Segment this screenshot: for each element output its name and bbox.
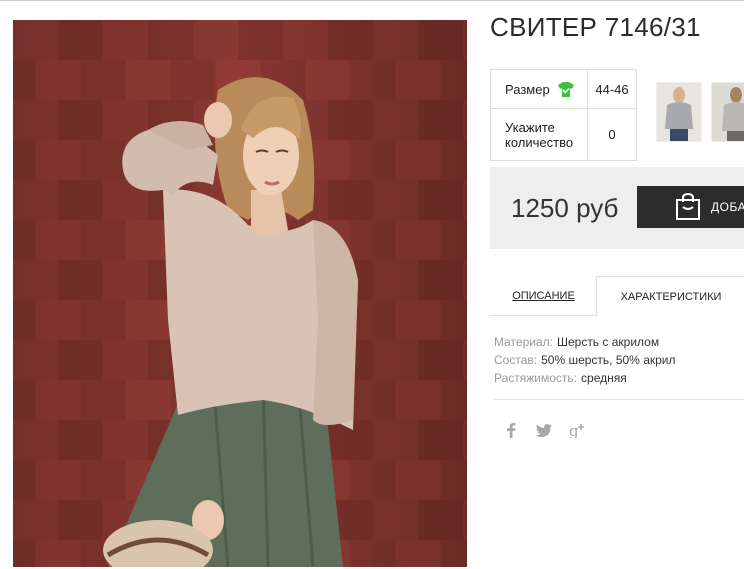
shopping-bag-icon bbox=[675, 192, 701, 221]
tshirt-check-icon[interactable] bbox=[557, 81, 574, 97]
product-main-image[interactable] bbox=[13, 20, 467, 567]
quantity-label-cell: Укажите количество bbox=[490, 108, 588, 161]
spec-row-composition: Состав: 50% шерсть, 50% акрил bbox=[494, 351, 676, 369]
size-label: Размер bbox=[505, 81, 550, 97]
add-to-cart-button[interactable]: ДОБАВ bbox=[637, 186, 744, 228]
svg-text:g: g bbox=[569, 422, 579, 438]
spec-row-stretch: Растяжимость: средняя bbox=[494, 369, 676, 387]
spec-row-material: Материал: Шерсть с акрилом bbox=[494, 333, 676, 351]
price-box: 1250 руб ДОБАВ bbox=[490, 167, 744, 249]
tab-description[interactable]: ОПИСАНИЕ bbox=[490, 276, 597, 316]
product-thumbnail-image bbox=[712, 83, 744, 141]
quantity-label-line1: Укажите bbox=[505, 119, 555, 135]
spec-value: 50% шерсть, 50% акрил bbox=[541, 353, 676, 367]
spec-key: Материал: bbox=[494, 335, 553, 349]
product-options-table: Размер 44-46 Укажите количество 0 bbox=[490, 69, 637, 161]
google-plus-icon[interactable]: g bbox=[568, 420, 588, 440]
top-border bbox=[0, 0, 744, 1]
model-in-sweater-photo bbox=[13, 20, 467, 567]
spec-value: средняя bbox=[581, 371, 627, 385]
spec-key: Состав: bbox=[494, 353, 538, 367]
spec-value: Шерсть с акрилом bbox=[556, 335, 660, 349]
product-thumbnail-2[interactable] bbox=[711, 82, 744, 142]
facebook-icon[interactable] bbox=[501, 420, 521, 440]
characteristics-list: Материал: Шерсть с акрилом Состав: 50% шер… bbox=[494, 333, 676, 387]
quantity-value[interactable]: 0 bbox=[587, 108, 637, 161]
spec-key: Растяжимость: bbox=[494, 371, 578, 385]
product-title: СВИТЕР 7146/31 bbox=[490, 12, 701, 42]
twitter-icon[interactable] bbox=[534, 420, 554, 440]
tab-characteristics[interactable]: ХАРАКТЕРИСТИКИ bbox=[596, 276, 744, 317]
size-value[interactable]: 44-46 bbox=[587, 69, 637, 109]
product-thumbnail-1[interactable] bbox=[656, 82, 702, 142]
quantity-label-line2: количество bbox=[505, 134, 574, 150]
product-tabs: ОПИСАНИЕ ХАРАКТЕРИСТИКИ bbox=[490, 276, 744, 317]
price: 1250 руб bbox=[511, 193, 619, 223]
size-label-cell: Размер bbox=[490, 69, 588, 109]
add-to-cart-label: ДОБАВ bbox=[711, 200, 744, 214]
divider bbox=[494, 399, 744, 400]
product-thumbnail-image bbox=[657, 83, 701, 141]
